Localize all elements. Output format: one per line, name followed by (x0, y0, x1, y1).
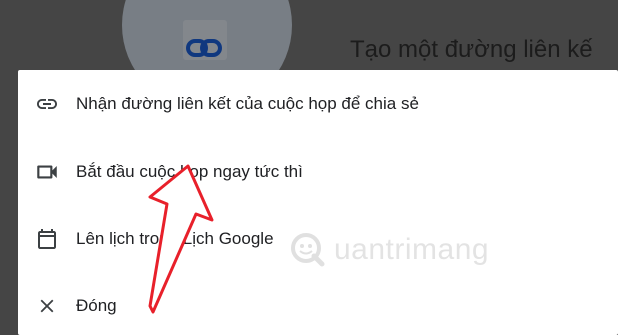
close-icon (34, 293, 60, 319)
menu-item-get-meeting-link[interactable]: Nhận đường liên kết của cuộc họp để chia… (18, 79, 618, 129)
menu-item-start-instant-meeting[interactable]: Bắt đầu cuộc họp ngay tức thì (18, 147, 618, 197)
watermark: uantrimang (288, 228, 489, 272)
menu-item-label: Lên lịch trong Lịch Google (76, 229, 274, 248)
video-camera-icon (34, 159, 60, 185)
menu-item-label: Đóng (76, 296, 117, 315)
bottom-sheet-menu: Nhận đường liên kết của cuộc họp để chia… (18, 70, 618, 335)
quantrimang-logo-icon (291, 233, 325, 267)
watermark-text: uantrimang (334, 233, 490, 266)
menu-item-label: Nhận đường liên kết của cuộc họp để chia… (76, 94, 419, 113)
menu-item-label: Bắt đầu cuộc họp ngay tức thì (76, 162, 303, 181)
calendar-icon (34, 226, 60, 252)
link-icon (34, 91, 60, 117)
menu-item-close[interactable]: Đóng (18, 281, 618, 331)
